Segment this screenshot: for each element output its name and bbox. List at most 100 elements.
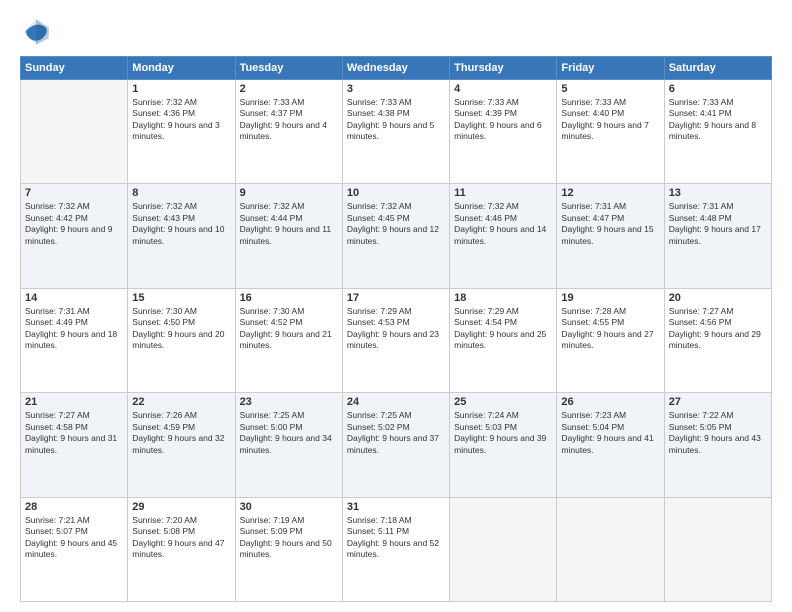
day-number: 1: [132, 83, 230, 95]
calendar-day: 30 Sunrise: 7:19 AM Sunset: 5:09 PM Dayli…: [235, 497, 342, 601]
day-number: 10: [347, 187, 445, 199]
calendar-day: 29 Sunrise: 7:20 AM Sunset: 5:08 PM Dayli…: [128, 497, 235, 601]
calendar-day: [557, 497, 664, 601]
calendar-day: 4 Sunrise: 7:33 AM Sunset: 4:39 PM Daylig…: [450, 80, 557, 184]
calendar-day: 10 Sunrise: 7:32 AM Sunset: 4:45 PM Dayli…: [342, 184, 449, 288]
day-number: 17: [347, 292, 445, 304]
logo: [20, 16, 56, 48]
day-number: 8: [132, 187, 230, 199]
calendar-day: 2 Sunrise: 7:33 AM Sunset: 4:37 PM Daylig…: [235, 80, 342, 184]
calendar-day: 19Sunrise: 7:28 AM Sunset: 4:55 PM Dayli…: [557, 288, 664, 392]
calendar-day: 14Sunrise: 7:31 AM Sunset: 4:49 PM Dayli…: [21, 288, 128, 392]
day-number: 28: [25, 501, 123, 513]
day-number: 2: [240, 83, 338, 95]
page: SundayMondayTuesdayWednesdayThursdayFrid…: [0, 0, 792, 612]
cell-content: Sunrise: 7:26 AM Sunset: 4:59 PM Dayligh…: [132, 410, 230, 456]
calendar-day: 11 Sunrise: 7:32 AM Sunset: 4:46 PM Dayli…: [450, 184, 557, 288]
calendar-day: 16 Sunrise: 7:30 AM Sunset: 4:52 PM Dayli…: [235, 288, 342, 392]
calendar-day: 22Sunrise: 7:26 AM Sunset: 4:59 PM Dayli…: [128, 393, 235, 497]
cell-content: Sunrise: 7:22 AM Sunset: 5:05 PM Dayligh…: [669, 410, 767, 456]
calendar-day: 27 Sunrise: 7:22 AM Sunset: 5:05 PM Dayli…: [664, 393, 771, 497]
day-header: Friday: [557, 57, 664, 80]
calendar-day: 21 Sunrise: 7:27 AM Sunset: 4:58 PM Dayli…: [21, 393, 128, 497]
calendar-day: 20 Sunrise: 7:27 AM Sunset: 4:56 PM Dayli…: [664, 288, 771, 392]
day-header: Monday: [128, 57, 235, 80]
calendar-week: 14Sunrise: 7:31 AM Sunset: 4:49 PM Dayli…: [21, 288, 772, 392]
calendar-day: 8 Sunrise: 7:32 AM Sunset: 4:43 PM Daylig…: [128, 184, 235, 288]
calendar-day: 12Sunrise: 7:31 AM Sunset: 4:47 PM Dayli…: [557, 184, 664, 288]
header: [20, 16, 772, 48]
calendar-day: 9 Sunrise: 7:32 AM Sunset: 4:44 PM Daylig…: [235, 184, 342, 288]
cell-content: Sunrise: 7:32 AM Sunset: 4:44 PM Dayligh…: [240, 201, 338, 247]
cell-content: Sunrise: 7:33 AM Sunset: 4:41 PM Dayligh…: [669, 97, 767, 143]
day-number: 27: [669, 396, 767, 408]
logo-icon: [20, 16, 52, 48]
cell-content: Sunrise: 7:18 AM Sunset: 5:11 PM Dayligh…: [347, 515, 445, 561]
calendar-day: 5 Sunrise: 7:33 AM Sunset: 4:40 PM Daylig…: [557, 80, 664, 184]
calendar-day: 17 Sunrise: 7:29 AM Sunset: 4:53 PM Dayli…: [342, 288, 449, 392]
calendar-day: 7 Sunrise: 7:32 AM Sunset: 4:42 PM Daylig…: [21, 184, 128, 288]
calendar-week: 28 Sunrise: 7:21 AM Sunset: 5:07 PM Dayli…: [21, 497, 772, 601]
cell-content: Sunrise: 7:33 AM Sunset: 4:39 PM Dayligh…: [454, 97, 552, 143]
cell-content: Sunrise: 7:32 AM Sunset: 4:43 PM Dayligh…: [132, 201, 230, 247]
cell-content: Sunrise: 7:21 AM Sunset: 5:07 PM Dayligh…: [25, 515, 123, 561]
calendar-day: [21, 80, 128, 184]
cell-content: Sunrise: 7:25 AM Sunset: 5:00 PM Dayligh…: [240, 410, 338, 456]
cell-content: Sunrise: 7:29 AM Sunset: 4:54 PM Dayligh…: [454, 306, 552, 352]
calendar-week: 21 Sunrise: 7:27 AM Sunset: 4:58 PM Dayli…: [21, 393, 772, 497]
day-number: 30: [240, 501, 338, 513]
day-number: 29: [132, 501, 230, 513]
cell-content: Sunrise: 7:30 AM Sunset: 4:52 PM Dayligh…: [240, 306, 338, 352]
day-number: 4: [454, 83, 552, 95]
cell-content: Sunrise: 7:32 AM Sunset: 4:42 PM Dayligh…: [25, 201, 123, 247]
day-number: 18: [454, 292, 552, 304]
day-number: 21: [25, 396, 123, 408]
calendar-day: 3Sunrise: 7:33 AM Sunset: 4:38 PM Daylig…: [342, 80, 449, 184]
cell-content: Sunrise: 7:33 AM Sunset: 4:37 PM Dayligh…: [240, 97, 338, 143]
day-number: 31: [347, 501, 445, 513]
cell-content: Sunrise: 7:32 AM Sunset: 4:46 PM Dayligh…: [454, 201, 552, 247]
cell-content: Sunrise: 7:33 AM Sunset: 4:38 PM Dayligh…: [347, 97, 445, 143]
cell-content: Sunrise: 7:29 AM Sunset: 4:53 PM Dayligh…: [347, 306, 445, 352]
calendar-week: 1Sunrise: 7:32 AM Sunset: 4:36 PM Daylig…: [21, 80, 772, 184]
cell-content: Sunrise: 7:19 AM Sunset: 5:09 PM Dayligh…: [240, 515, 338, 561]
calendar-day: 18 Sunrise: 7:29 AM Sunset: 4:54 PM Dayli…: [450, 288, 557, 392]
day-number: 9: [240, 187, 338, 199]
cell-content: Sunrise: 7:20 AM Sunset: 5:08 PM Dayligh…: [132, 515, 230, 561]
day-header: Wednesday: [342, 57, 449, 80]
day-header: Sunday: [21, 57, 128, 80]
cell-content: Sunrise: 7:30 AM Sunset: 4:50 PM Dayligh…: [132, 306, 230, 352]
day-number: 25: [454, 396, 552, 408]
day-number: 5: [561, 83, 659, 95]
cell-content: Sunrise: 7:31 AM Sunset: 4:49 PM Dayligh…: [25, 306, 123, 352]
day-number: 13: [669, 187, 767, 199]
day-number: 23: [240, 396, 338, 408]
cell-content: Sunrise: 7:24 AM Sunset: 5:03 PM Dayligh…: [454, 410, 552, 456]
day-header: Tuesday: [235, 57, 342, 80]
calendar-day: 15Sunrise: 7:30 AM Sunset: 4:50 PM Dayli…: [128, 288, 235, 392]
calendar-day: 28 Sunrise: 7:21 AM Sunset: 5:07 PM Dayli…: [21, 497, 128, 601]
day-number: 26: [561, 396, 659, 408]
calendar-day: 23 Sunrise: 7:25 AM Sunset: 5:00 PM Dayli…: [235, 393, 342, 497]
day-number: 19: [561, 292, 659, 304]
cell-content: Sunrise: 7:27 AM Sunset: 4:58 PM Dayligh…: [25, 410, 123, 456]
day-header: Saturday: [664, 57, 771, 80]
cell-content: Sunrise: 7:27 AM Sunset: 4:56 PM Dayligh…: [669, 306, 767, 352]
day-number: 16: [240, 292, 338, 304]
calendar-day: 26 Sunrise: 7:23 AM Sunset: 5:04 PM Dayli…: [557, 393, 664, 497]
day-number: 20: [669, 292, 767, 304]
day-number: 7: [25, 187, 123, 199]
header-row: SundayMondayTuesdayWednesdayThursdayFrid…: [21, 57, 772, 80]
day-header: Thursday: [450, 57, 557, 80]
calendar: SundayMondayTuesdayWednesdayThursdayFrid…: [20, 56, 772, 602]
calendar-day: 25 Sunrise: 7:24 AM Sunset: 5:03 PM Dayli…: [450, 393, 557, 497]
calendar-day: [664, 497, 771, 601]
calendar-day: 1Sunrise: 7:32 AM Sunset: 4:36 PM Daylig…: [128, 80, 235, 184]
cell-content: Sunrise: 7:25 AM Sunset: 5:02 PM Dayligh…: [347, 410, 445, 456]
cell-content: Sunrise: 7:32 AM Sunset: 4:45 PM Dayligh…: [347, 201, 445, 247]
cell-content: Sunrise: 7:33 AM Sunset: 4:40 PM Dayligh…: [561, 97, 659, 143]
day-number: 24: [347, 396, 445, 408]
cell-content: Sunrise: 7:23 AM Sunset: 5:04 PM Dayligh…: [561, 410, 659, 456]
cell-content: Sunrise: 7:31 AM Sunset: 4:47 PM Dayligh…: [561, 201, 659, 247]
day-number: 11: [454, 187, 552, 199]
